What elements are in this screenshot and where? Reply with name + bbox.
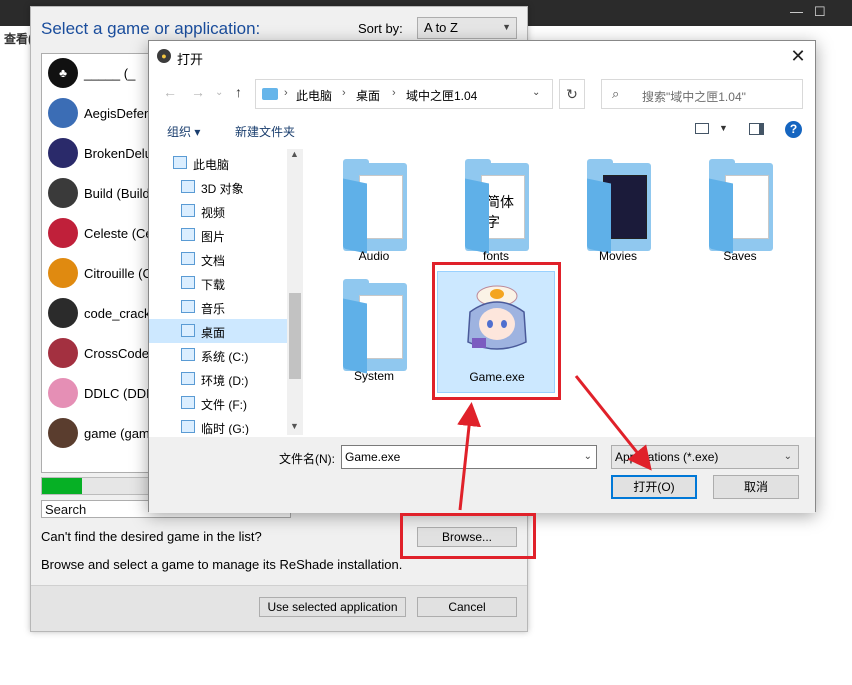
annotation-arrows [457,375,652,511]
arrow-to-open-button [574,375,652,471]
arrow-to-game-exe [457,402,482,511]
